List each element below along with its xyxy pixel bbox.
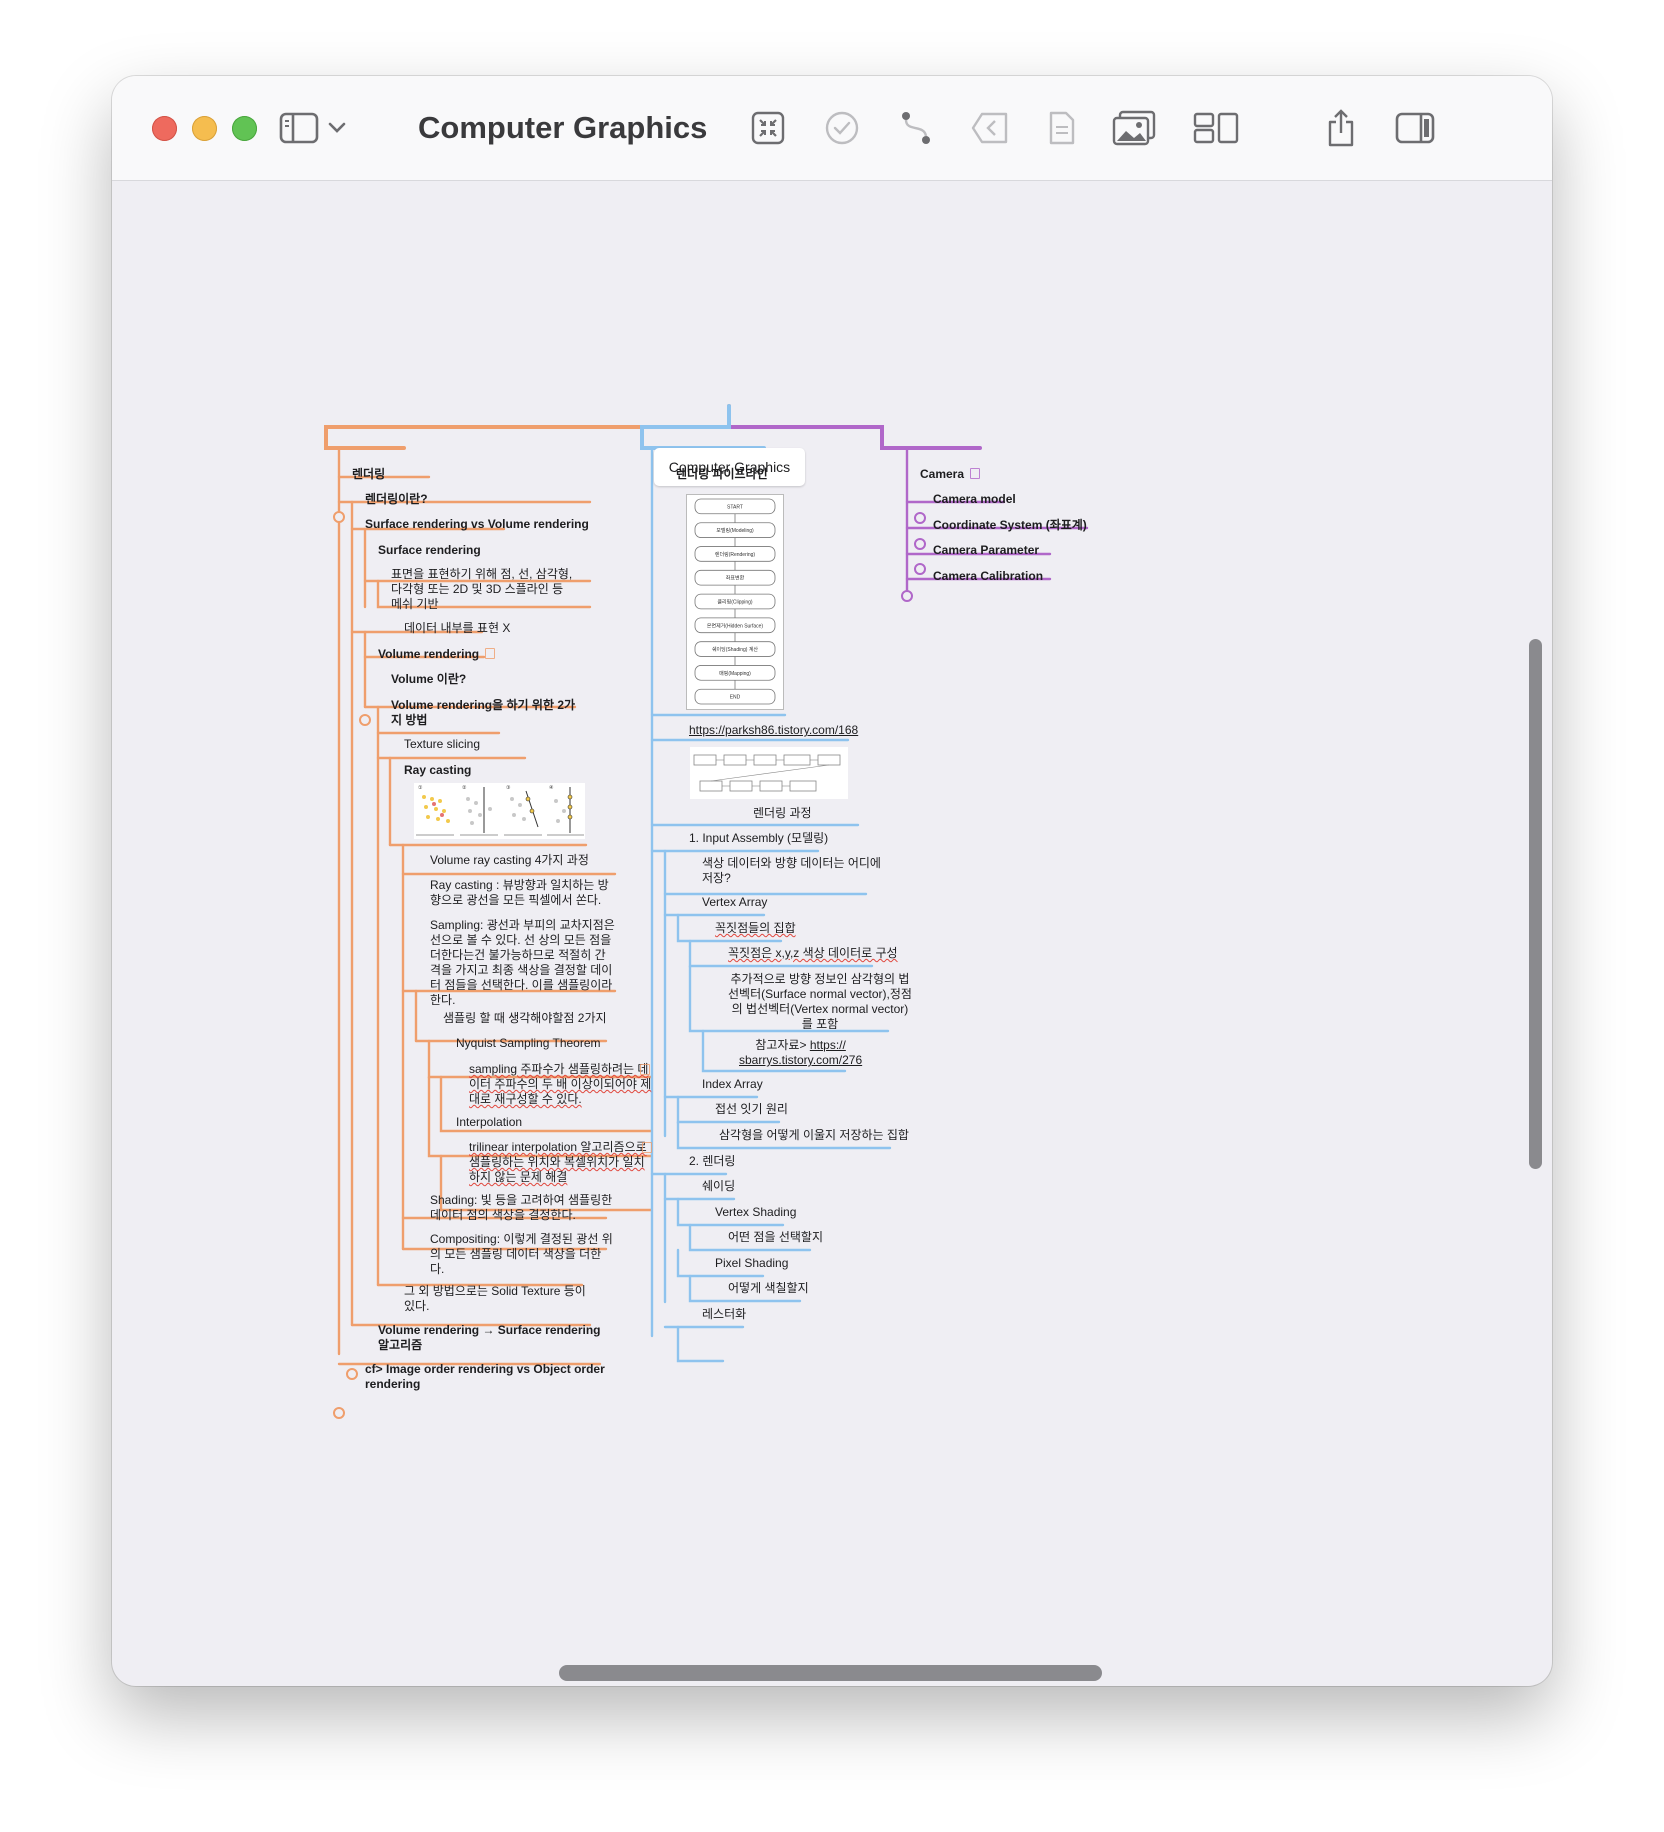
topic-raster[interactable]: 레스터화 [702,1307,746,1322]
sidebar-icon[interactable] [278,106,320,150]
chevron-down-icon[interactable] [326,106,348,150]
flowchart-step-label: START [727,504,743,510]
topic-volume-methods[interactable]: Volume rendering을 하기 위한 2가 지 방법 [391,698,575,728]
note-icon[interactable] [970,468,981,479]
flowchart-step-label: 렌더링(Rendering) [715,551,756,558]
window-title: Computer Graphics [418,110,708,145]
minimize-button[interactable] [192,116,217,141]
topic-surface-desc[interactable]: 표면을 표현하기 위해 점, 선, 삼각형, 다각형 또는 2D 및 3D 스플… [391,567,572,612]
reference-prefix: 참고자료> [755,1038,810,1052]
topic-pixel-shading[interactable]: Pixel Shading [715,1256,788,1271]
topic-how-color[interactable]: 어떻게 색칠할지 [728,1281,809,1296]
topic-sampling-two[interactable]: 샘플링 할 때 생각해야할점 2가지 [443,1011,607,1026]
relationship-icon[interactable] [898,106,934,150]
topic-interpolation[interactable]: Interpolation [456,1115,522,1130]
topic-rendering[interactable]: 렌더링 [352,467,385,482]
topic-camera-calibration[interactable]: Camera Calibration [933,569,1043,584]
process-caption[interactable]: 렌더링 과정 [753,806,812,821]
note-icon[interactable] [642,1142,652,1153]
topic-ray-def[interactable]: Ray casting : 뷰방향과 일치하는 방 향으로 광선을 모든 픽셀에… [430,878,609,908]
topic-ray-casting[interactable]: Ray casting [404,763,471,778]
topic-nyquist[interactable]: Nyquist Sampling Theorem [456,1036,601,1051]
topic-reference[interactable]: 참고자료> https:// sbarrys.tistory.com/276 [739,1038,862,1068]
ray-caption[interactable]: Volume ray casting 4가지 과정 [430,853,589,868]
topic-normals[interactable]: 추가적으로 방향 정보인 삼각형의 법 선벡터(Surface normal v… [728,972,912,1032]
svg-text:④: ④ [549,785,554,791]
note-icon[interactable] [485,648,496,659]
flowchart-step-label: 쉐이딩(Shading) 계산 [712,646,758,653]
close-button[interactable] [152,116,177,141]
note-icon[interactable] [640,1064,650,1075]
pipeline-link[interactable]: https://parksh86.tistory.com/168 [689,723,858,738]
topic-surface-note[interactable]: 데이터 내부를 표현 X [404,621,510,636]
topic-connect[interactable]: 접선 잇기 원리 [715,1102,788,1117]
topic-input-assembly[interactable]: 1. Input Assembly (모델링) [689,831,828,846]
topic-camera[interactable]: Camera [920,467,981,482]
topic-texture-slicing[interactable]: Texture slicing [404,737,480,752]
topic-image-vs-object[interactable]: cf> Image order rendering vs Object orde… [365,1362,605,1392]
topic-camera-parameter[interactable]: Camera Parameter [933,543,1039,558]
checkmark-icon[interactable] [824,106,860,150]
topic-compositing[interactable]: Compositing: 이렇게 결정된 광선 위 의 모든 샘플링 데이터 색… [430,1232,613,1277]
horizontal-scrollbar[interactable] [559,1665,1102,1681]
topic-vertex-set[interactable]: 꼭짓점들의 집합 [715,921,796,936]
topic-vol-to-surf[interactable]: Volume rendering → Surface rendering 알고리… [378,1323,601,1353]
topic-vertex-xyz[interactable]: 꼭짓점은 x,y,z 색상 데이터로 구성 [728,946,898,961]
topic-pipeline[interactable]: 렌더링 파이프라인 [676,467,768,482]
pipeline-flowchart-image[interactable]: START 모델링(Modeling) 렌더링(Rendering) 좌표변환클리핑(… [686,494,784,710]
ray-casting-image[interactable]: ① ② ③ ④ [414,783,585,839]
flowchart-step-label: 매핑(Mapping) [719,670,751,677]
topic-shading-kr[interactable]: 쉐이딩 [702,1179,735,1194]
topic-other-methods[interactable]: 그 외 방법으로는 Solid Texture 등이 있다. [404,1284,586,1314]
topic-triangle-set[interactable]: 삼각형을 어떻게 이울지 저장하는 집합 [719,1128,909,1143]
flowchart-step-label: 모델링(Modeling) [716,527,754,534]
note-icon[interactable] [1046,106,1078,150]
topic-volume-rendering[interactable]: Volume rendering [378,647,496,662]
image-icon[interactable] [1112,106,1156,150]
svg-text:②: ② [462,785,467,791]
layout-icon[interactable] [1192,106,1240,150]
topic-render2[interactable]: 2. 렌더링 [689,1154,735,1169]
topic-where-stored[interactable]: 색상 데이터와 방향 데이터는 어디에 저장? [702,856,881,886]
svg-text:③: ③ [506,785,511,791]
topic-interp-desc[interactable]: trilinear interpolation 알고리즘으로 샘플링하는 위치와… [469,1140,647,1185]
topic-index-array[interactable]: Index Array [702,1077,763,1092]
topic-volume-what[interactable]: Volume 이란? [391,672,466,687]
flowchart-drawing: START 모델링(Modeling) 렌더링(Rendering) 좌표변환클리핑(… [694,498,776,705]
vertical-scrollbar[interactable] [1529,639,1542,1169]
topic-surface-rendering[interactable]: Surface rendering [378,543,481,558]
share-icon[interactable] [1324,106,1358,150]
topic-nyquist-desc[interactable]: sampling 주파수가 샘플링하려는 데 이터 주파수의 두 배 이상이되어… [469,1062,651,1107]
focus-icon[interactable] [750,106,786,150]
topic-coordinate-system[interactable]: Coordinate System (좌표계) [933,518,1087,533]
topic-sampling[interactable]: Sampling: 광선과 부피의 교차지점은 선으로 볼 수 있다. 선 상의… [430,918,615,1008]
flowchart-step-label: END [730,695,741,701]
title-bar: Computer Graphics [112,76,1552,181]
topic-vertex-shading[interactable]: Vertex Shading [715,1205,796,1220]
mind-map-canvas[interactable]: Computer Graphics 렌더링 렌더링이란? Surface ren… [112,181,1552,1686]
inspector-icon[interactable] [1394,106,1436,150]
flowchart-step-label: 좌표변환 [726,575,745,582]
topic-vertex-array[interactable]: Vertex Array [702,895,767,910]
flowchart-step-label: 클리핑(Clipping) [717,599,753,606]
rendering-process-image[interactable] [690,747,848,799]
topic-camera-model[interactable]: Camera model [933,492,1016,507]
topic-which-point[interactable]: 어떤 점을 선택할지 [728,1230,823,1245]
back-icon[interactable] [970,106,1010,150]
app-window: Computer Graphics Computer Graphics 렌더링 … [112,76,1552,1686]
topic-what-is-rendering[interactable]: 렌더링이란? [365,492,428,507]
zoom-button[interactable] [232,116,257,141]
topic-shading[interactable]: Shading: 빛 등을 고려하여 샘플링한 데이터 점의 색상을 결정한다. [430,1193,612,1223]
svg-text:①: ① [418,785,423,791]
mind-map-connectors [324,404,1089,1419]
topic-surface-vs-volume[interactable]: Surface rendering vs Volume rendering [365,517,589,532]
flowchart-step-label: 은면제거(Hidden Surface) [707,622,764,629]
vertex-xyz-text: 꼭짓점은 x,y,z 색상 데이터로 구성 [728,946,898,960]
